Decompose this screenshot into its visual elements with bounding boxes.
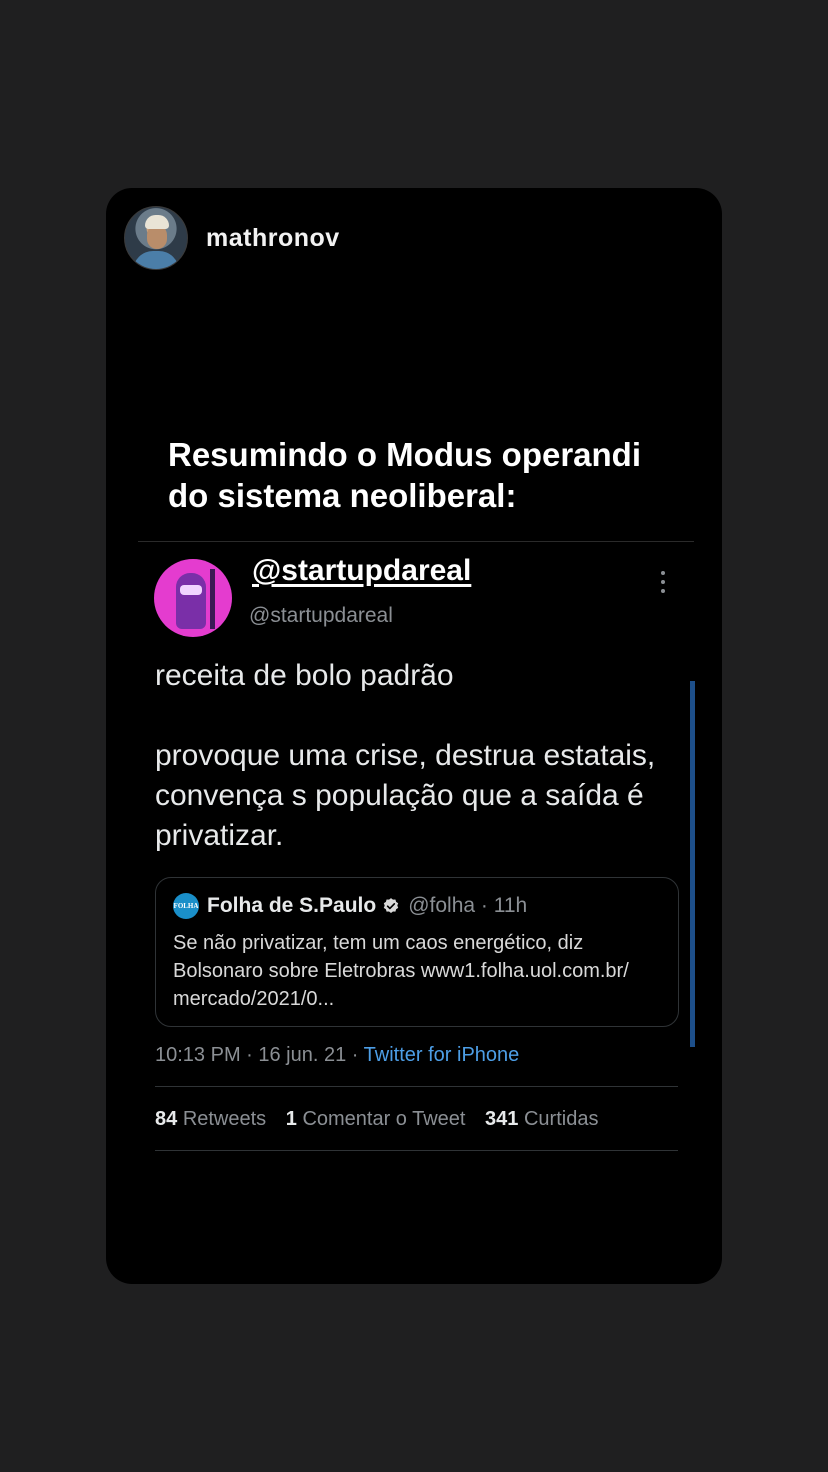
folha-logo-icon: FOLHA bbox=[173, 893, 199, 919]
story-caption: Resumindo o Modus operandi do sistema ne… bbox=[168, 436, 642, 514]
likes-count: 341 bbox=[485, 1108, 519, 1130]
tweet-handle[interactable]: @startupdareal bbox=[249, 604, 393, 628]
likes-stat[interactable]: 341 Curtidas bbox=[485, 1108, 598, 1130]
tweet-display-name[interactable]: @startupdareal bbox=[252, 554, 471, 588]
thread-line bbox=[690, 681, 695, 1047]
retweets-stat[interactable]: 84 Retweets bbox=[155, 1108, 266, 1130]
divider bbox=[138, 541, 694, 542]
comments-label: Comentar o Tweet bbox=[302, 1108, 466, 1130]
story-header[interactable]: mathronov bbox=[124, 206, 340, 270]
tweet-avatar[interactable] bbox=[154, 559, 232, 637]
story-avatar[interactable] bbox=[124, 206, 188, 270]
tweet-source-link[interactable]: Twitter for iPhone bbox=[364, 1044, 520, 1066]
quoted-tweet-meta: @folha · 11h bbox=[408, 894, 528, 917]
tweet-timestamp-row: 10:13 PM · 16 jun. 21 · Twitter for iPho… bbox=[155, 1044, 519, 1067]
verified-badge-icon bbox=[384, 898, 399, 913]
likes-label: Curtidas bbox=[523, 1108, 599, 1130]
more-vertical-icon[interactable] bbox=[659, 571, 667, 593]
retweets-label: Retweets bbox=[182, 1108, 267, 1130]
comments-count: 1 bbox=[285, 1108, 297, 1130]
tweet-stats: 84 Retweets 1 Comentar o Tweet 341 Curti… bbox=[155, 1108, 612, 1131]
quoted-tweet-text: Se não privatizar, tem um caos energétic… bbox=[173, 932, 629, 1010]
quoted-tweet[interactable]: FOLHA Folha de S.Paulo @folha · 11h Se n… bbox=[155, 877, 679, 1027]
story-card: mathronov Resumindo o Modus operandi do … bbox=[106, 188, 722, 1284]
tweet-timestamp: 10:13 PM · 16 jun. 21 · bbox=[155, 1044, 364, 1066]
story-username[interactable]: mathronov bbox=[206, 224, 340, 253]
divider bbox=[155, 1150, 678, 1151]
tweet-text-line-2: provoque uma crise, destrua estatais, co… bbox=[155, 739, 656, 852]
quoted-tweet-name: Folha de S.Paulo bbox=[207, 894, 377, 917]
comments-stat[interactable]: 1 Comentar o Tweet bbox=[286, 1108, 466, 1130]
retweets-count: 84 bbox=[155, 1108, 178, 1130]
quoted-tweet-header: FOLHA Folha de S.Paulo @folha · 11h bbox=[173, 893, 527, 919]
divider bbox=[155, 1086, 678, 1087]
tweet-text-line-1: receita de bolo padrão bbox=[155, 659, 454, 692]
tweet-text: receita de bolo padrão provoque uma cris… bbox=[155, 656, 695, 856]
